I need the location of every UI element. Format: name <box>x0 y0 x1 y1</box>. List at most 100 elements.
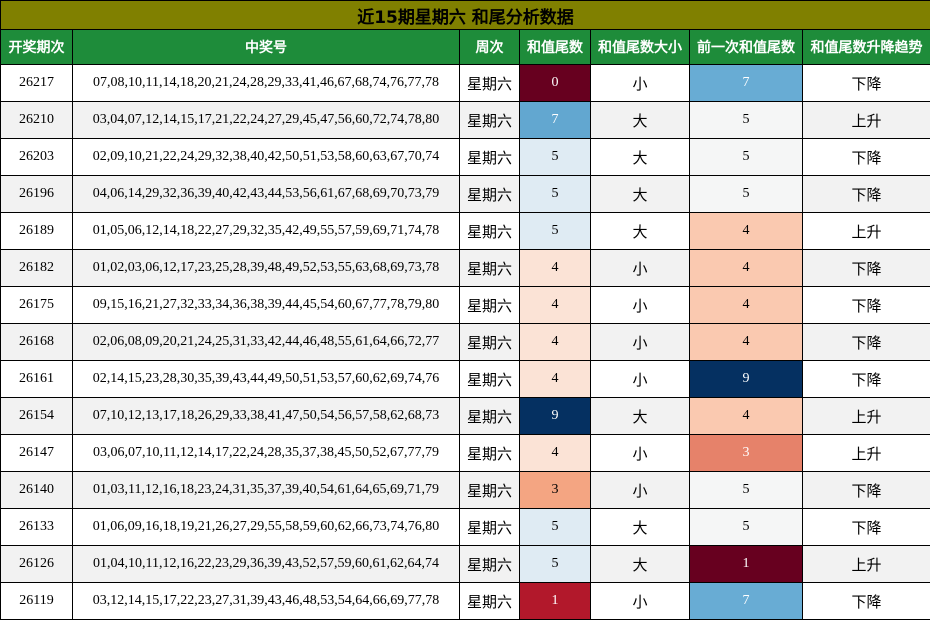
period-cell: 26119 <box>0 582 73 620</box>
sum-tail-cell: 5 <box>519 545 591 583</box>
sum-tail-cell: 4 <box>519 434 591 472</box>
tail-size-cell: 小 <box>590 582 690 620</box>
sum-tail-cell: 5 <box>519 175 591 213</box>
numbers-cell: 03,04,07,12,14,15,17,21,22,24,27,29,45,4… <box>72 101 460 139</box>
weekday-cell: 星期六 <box>459 471 520 509</box>
period-cell: 26189 <box>0 212 73 250</box>
tail-size-cell: 小 <box>590 360 690 398</box>
trend-cell: 下降 <box>801 508 930 546</box>
period-cell: 26168 <box>0 323 73 361</box>
period-cell: 26133 <box>0 508 73 546</box>
prev-tail-cell: 7 <box>689 64 803 102</box>
table-row: 26140 01,03,11,12,16,18,23,24,31,35,37,39… <box>0 471 930 509</box>
prev-tail-cell: 4 <box>689 286 803 324</box>
numbers-cell: 03,06,07,10,11,12,14,17,22,24,28,35,37,3… <box>72 434 460 472</box>
weekday-cell: 星期六 <box>459 138 520 176</box>
period-cell: 26147 <box>0 434 73 472</box>
prev-tail-cell: 3 <box>689 434 803 472</box>
analysis-sheet: 近15期星期六 和尾分析数据 开奖期次 中奖号 周次 和值尾数 和值尾数大小 前… <box>0 0 930 620</box>
trend-cell: 上升 <box>801 101 930 139</box>
weekday-cell: 星期六 <box>459 175 520 213</box>
period-cell: 26126 <box>0 545 73 583</box>
prev-tail-cell: 4 <box>689 249 803 287</box>
tail-size-cell: 小 <box>590 249 690 287</box>
sum-tail-cell: 4 <box>519 360 591 398</box>
prev-tail-cell: 1 <box>689 545 803 583</box>
title-row: 近15期星期六 和尾分析数据 <box>0 0 930 30</box>
period-cell: 26182 <box>0 249 73 287</box>
numbers-cell: 03,12,14,15,17,22,23,27,31,39,43,46,48,5… <box>72 582 460 620</box>
prev-tail-cell: 5 <box>689 175 803 213</box>
trend-cell: 下降 <box>801 323 930 361</box>
table-row: 26182 01,02,03,06,12,17,23,25,28,39,48,49… <box>0 249 930 287</box>
trend-cell: 下降 <box>801 360 930 398</box>
trend-cell: 下降 <box>801 471 930 509</box>
table-row: 26119 03,12,14,15,17,22,23,27,31,39,43,46… <box>0 582 930 620</box>
tail-size-cell: 小 <box>590 471 690 509</box>
tail-size-cell: 大 <box>590 175 690 213</box>
period-cell: 26203 <box>0 138 73 176</box>
numbers-cell: 07,08,10,11,14,18,20,21,24,28,29,33,41,4… <box>72 64 460 102</box>
prev-tail-cell: 5 <box>689 508 803 546</box>
period-cell: 26217 <box>0 64 73 102</box>
tail-size-cell: 小 <box>590 323 690 361</box>
weekday-cell: 星期六 <box>459 397 520 435</box>
sum-tail-cell: 0 <box>519 64 591 102</box>
table-row: 26154 07,10,12,13,17,18,26,29,33,38,41,47… <box>0 397 930 435</box>
trend-cell: 下降 <box>801 175 930 213</box>
tail-size-cell: 小 <box>590 434 690 472</box>
weekday-cell: 星期六 <box>459 323 520 361</box>
prev-tail-cell: 4 <box>689 323 803 361</box>
table-row: 26168 02,06,08,09,20,21,24,25,31,33,42,44… <box>0 323 930 361</box>
sum-tail-cell: 4 <box>519 323 591 361</box>
sum-tail-cell: 5 <box>519 212 591 250</box>
period-cell: 26140 <box>0 471 73 509</box>
sum-tail-cell: 5 <box>519 138 591 176</box>
trend-cell: 下降 <box>801 249 930 287</box>
weekday-cell: 星期六 <box>459 64 520 102</box>
sum-tail-cell: 9 <box>519 397 591 435</box>
table-row: 26126 01,04,10,11,12,16,22,23,29,36,39,43… <box>0 545 930 583</box>
period-cell: 26175 <box>0 286 73 324</box>
prev-tail-cell: 7 <box>689 582 803 620</box>
header-prev-tail: 前一次和值尾数 <box>689 29 803 65</box>
trend-cell: 上升 <box>801 397 930 435</box>
numbers-cell: 02,06,08,09,20,21,24,25,31,33,42,44,46,4… <box>72 323 460 361</box>
tail-size-cell: 大 <box>590 101 690 139</box>
analysis-table: 近15期星期六 和尾分析数据 开奖期次 中奖号 周次 和值尾数 和值尾数大小 前… <box>0 0 930 620</box>
table-row: 26161 02,14,15,23,28,30,35,39,43,44,49,50… <box>0 360 930 398</box>
period-cell: 26161 <box>0 360 73 398</box>
weekday-cell: 星期六 <box>459 360 520 398</box>
numbers-cell: 02,14,15,23,28,30,35,39,43,44,49,50,51,5… <box>72 360 460 398</box>
page-title: 近15期星期六 和尾分析数据 <box>0 0 930 30</box>
tail-size-cell: 大 <box>590 545 690 583</box>
header-sum-tail: 和值尾数 <box>519 29 591 65</box>
header-period: 开奖期次 <box>0 29 73 65</box>
weekday-cell: 星期六 <box>459 582 520 620</box>
header-row: 开奖期次 中奖号 周次 和值尾数 和值尾数大小 前一次和值尾数 和值尾数升降趋势 <box>0 29 930 65</box>
weekday-cell: 星期六 <box>459 545 520 583</box>
header-trend: 和值尾数升降趋势 <box>801 29 930 65</box>
trend-cell: 上升 <box>801 212 930 250</box>
numbers-cell: 01,03,11,12,16,18,23,24,31,35,37,39,40,5… <box>72 471 460 509</box>
tail-size-cell: 大 <box>590 508 690 546</box>
weekday-cell: 星期六 <box>459 434 520 472</box>
table-row: 26210 03,04,07,12,14,15,17,21,22,24,27,29… <box>0 101 930 139</box>
tail-size-cell: 大 <box>590 212 690 250</box>
sum-tail-cell: 4 <box>519 249 591 287</box>
header-numbers: 中奖号 <box>72 29 460 65</box>
numbers-cell: 09,15,16,21,27,32,33,34,36,38,39,44,45,5… <box>72 286 460 324</box>
sum-tail-cell: 4 <box>519 286 591 324</box>
table-row: 26175 09,15,16,21,27,32,33,34,36,38,39,44… <box>0 286 930 324</box>
sum-tail-cell: 1 <box>519 582 591 620</box>
table-row: 26147 03,06,07,10,11,12,14,17,22,24,28,35… <box>0 434 930 472</box>
header-tail-size: 和值尾数大小 <box>590 29 690 65</box>
period-cell: 26210 <box>0 101 73 139</box>
numbers-cell: 04,06,14,29,32,36,39,40,42,43,44,53,56,6… <box>72 175 460 213</box>
numbers-cell: 02,09,10,21,22,24,29,32,38,40,42,50,51,5… <box>72 138 460 176</box>
period-cell: 26154 <box>0 397 73 435</box>
table-row: 26203 02,09,10,21,22,24,29,32,38,40,42,50… <box>0 138 930 176</box>
sum-tail-cell: 3 <box>519 471 591 509</box>
prev-tail-cell: 9 <box>689 360 803 398</box>
prev-tail-cell: 5 <box>689 101 803 139</box>
